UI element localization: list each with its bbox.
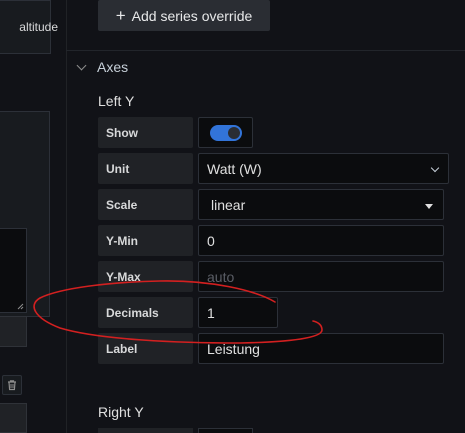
right-y-row-partial — [98, 428, 193, 433]
show-label: Show — [98, 117, 193, 148]
unit-select[interactable]: Watt (W) — [198, 153, 449, 184]
left-series-item-text: altitude — [19, 20, 58, 34]
scale-label: Scale — [98, 189, 193, 220]
axes-section-title: Axes — [97, 59, 129, 75]
decimals-value: 1 — [207, 304, 215, 321]
ymin-value: 0 — [207, 232, 215, 249]
axes-section-header[interactable]: Axes — [76, 59, 129, 75]
section-divider — [66, 50, 465, 51]
left-bottom-button[interactable] — [0, 403, 27, 433]
caret-down-icon — [425, 204, 433, 209]
ymax-placeholder: auto — [207, 268, 235, 285]
right-y-title: Right Y — [98, 404, 144, 420]
ymin-input[interactable]: 0 — [198, 225, 444, 256]
ymax-label: Y-Max — [98, 261, 193, 292]
ymin-label: Y-Min — [98, 225, 193, 256]
decimals-input[interactable]: 1 — [198, 297, 278, 328]
ymax-input[interactable]: auto — [198, 261, 444, 292]
add-series-override-button[interactable]: + Add series override — [98, 0, 270, 31]
plus-icon: + — [115, 6, 126, 25]
left-series-item[interactable]: altitude — [0, 0, 58, 54]
add-series-override-label: Add series override — [131, 7, 253, 24]
trash-icon[interactable] — [2, 375, 22, 395]
unit-label: Unit — [98, 153, 193, 184]
label-value: Leistung — [207, 340, 260, 357]
panel-divider — [66, 0, 67, 433]
scale-value: linear — [211, 196, 246, 213]
left-y-title: Left Y — [98, 93, 135, 109]
label-input[interactable]: Leistung — [198, 333, 444, 364]
scale-select[interactable]: linear — [198, 189, 444, 220]
unit-value: Watt (W) — [207, 160, 262, 177]
show-toggle[interactable] — [198, 117, 253, 148]
right-y-toggle-partial[interactable] — [198, 428, 253, 433]
chevron-down-icon — [430, 163, 440, 173]
chevron-down-icon — [76, 60, 87, 71]
toggle-switch[interactable] — [209, 124, 242, 141]
resize-handle-icon[interactable] — [17, 303, 24, 310]
toggle-knob — [227, 126, 240, 139]
left-secondary-button[interactable] — [0, 316, 27, 347]
left-textarea[interactable] — [0, 228, 27, 313]
label-label: Label — [98, 333, 193, 364]
decimals-label: Decimals — [98, 297, 193, 328]
